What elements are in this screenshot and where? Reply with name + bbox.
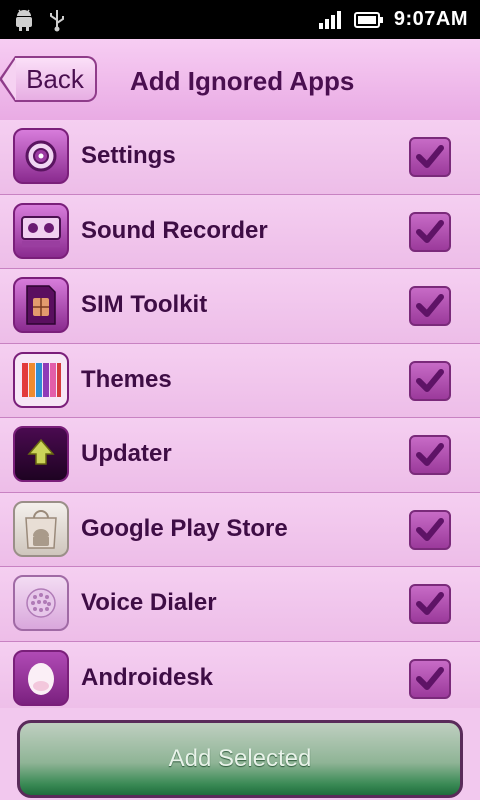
app-name: Sound Recorder — [81, 216, 268, 244]
usb-icon — [50, 9, 64, 31]
battery-icon — [353, 11, 383, 28]
updater-icon — [13, 426, 69, 482]
page-title: Add Ignored Apps — [130, 66, 355, 96]
list-item[interactable]: Androidesk — [0, 641, 480, 716]
app-header: Back Add Ignored Apps — [0, 39, 480, 122]
checkmark-icon — [416, 443, 444, 466]
app-checkbox[interactable] — [409, 435, 451, 475]
app-checkbox[interactable] — [409, 584, 451, 624]
app-checkbox[interactable] — [409, 360, 451, 401]
app-name: Androidesk — [81, 663, 214, 691]
list-item[interactable]: Themes — [0, 343, 480, 418]
status-bar: 9:07AM — [0, 0, 480, 39]
list-item[interactable]: Sound Recorder — [0, 194, 480, 269]
app-name: Settings — [81, 142, 176, 169]
checkmark-icon — [416, 219, 444, 243]
settings-icon — [13, 128, 69, 184]
add-selected-button[interactable]: Add Selected — [17, 720, 463, 798]
checkmark-icon — [416, 145, 444, 168]
app-name: SIM Toolkit — [81, 291, 208, 318]
status-time: 9:07AM — [393, 8, 468, 30]
voice-dialer-icon — [13, 575, 69, 631]
play-store-icon — [13, 500, 69, 557]
checkmark-icon — [416, 294, 444, 317]
app-checkbox[interactable] — [409, 211, 451, 252]
footer-bar: Add Selected — [0, 708, 480, 800]
checkmark-icon — [416, 368, 444, 392]
list-item[interactable]: SIM Toolkit — [0, 269, 480, 344]
app-checkbox[interactable] — [409, 509, 451, 550]
android-icon — [16, 9, 32, 31]
sim-toolkit-icon — [13, 277, 69, 333]
app-name: Updater — [81, 440, 172, 467]
signal-icon — [318, 10, 341, 29]
list-item[interactable]: Voice Dialer — [0, 567, 480, 642]
androidesk-icon — [13, 649, 69, 706]
checkmark-icon — [416, 517, 444, 541]
list-item[interactable]: Settings — [0, 120, 480, 195]
app-name: Voice Dialer — [81, 589, 217, 616]
list-item[interactable]: Updater — [0, 418, 480, 493]
app-checkbox[interactable] — [409, 658, 451, 699]
app-checkbox[interactable] — [409, 137, 451, 177]
checkmark-icon — [416, 666, 444, 690]
back-button[interactable]: Back — [0, 56, 97, 102]
app-name: Google Play Store — [81, 514, 288, 542]
sound-recorder-icon — [13, 202, 69, 259]
app-checkbox[interactable] — [409, 286, 451, 326]
themes-icon — [13, 351, 69, 408]
app-name: Themes — [81, 365, 172, 393]
list-item[interactable]: Google Play Store — [0, 492, 480, 567]
app-list: Settings Sound Recorder SIM Toolkit Them… — [0, 120, 480, 716]
checkmark-icon — [416, 592, 444, 615]
